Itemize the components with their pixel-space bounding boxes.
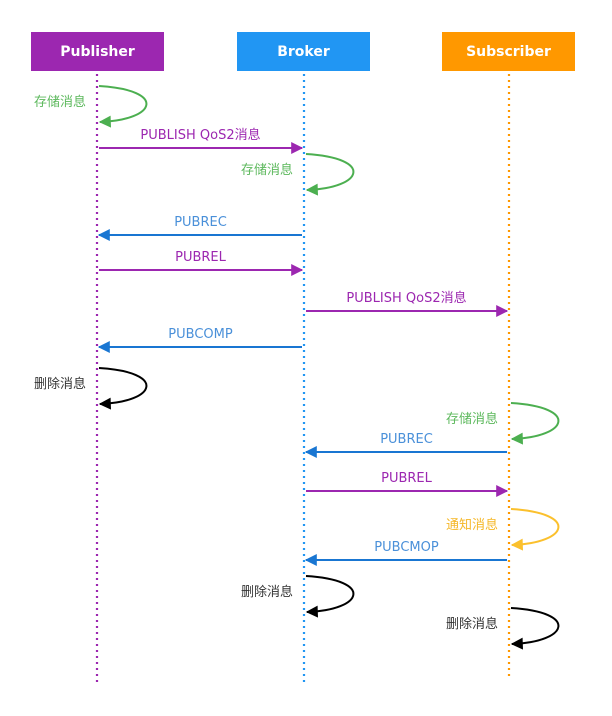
message-arrow: PUBLISH QoS2消息 xyxy=(306,290,509,317)
self-message: 存储消息 xyxy=(446,402,560,445)
message-arrow: PUBREC xyxy=(97,215,302,241)
self-message-label: 删除消息 xyxy=(34,376,86,392)
self-message-label: 删除消息 xyxy=(241,584,293,600)
message-label: PUBCMOP xyxy=(374,540,439,555)
message-label: PUBLISH QoS2消息 xyxy=(140,127,260,143)
self-loop-arrow xyxy=(305,575,355,618)
self-loop-arrow xyxy=(510,607,560,650)
message-label: PUBCOMP xyxy=(168,327,233,342)
message-label: PUBLISH QoS2消息 xyxy=(346,290,466,306)
self-message: 删除消息 xyxy=(34,367,148,410)
self-message: 通知消息 xyxy=(446,508,560,551)
self-loop-arrow xyxy=(510,402,560,445)
sequence-diagram: 存储消息PUBLISH QoS2消息存储消息PUBRECPUBRELPUBLIS… xyxy=(34,74,560,684)
message-arrow: PUBREC xyxy=(304,432,507,458)
self-message-label: 存储消息 xyxy=(241,162,293,178)
self-message: 存储消息 xyxy=(34,85,148,128)
message-arrow: PUBCOMP xyxy=(97,327,302,353)
self-message: 删除消息 xyxy=(241,575,355,618)
self-message-label: 删除消息 xyxy=(446,616,498,632)
message-label: PUBREC xyxy=(380,432,433,447)
self-loop-arrow xyxy=(98,367,148,410)
self-loop-arrow xyxy=(510,508,560,551)
self-message-label: 存储消息 xyxy=(446,411,498,427)
self-message: 存储消息 xyxy=(241,153,355,196)
message-arrow: PUBCMOP xyxy=(304,540,507,566)
self-message: 删除消息 xyxy=(446,607,560,650)
self-message-label: 存储消息 xyxy=(34,94,86,110)
message-arrow: PUBREL xyxy=(99,250,304,276)
message-arrow: PUBREL xyxy=(306,471,509,497)
message-label: PUBREL xyxy=(175,250,227,265)
self-loop-arrow xyxy=(305,153,355,196)
message-label: PUBREL xyxy=(381,471,433,486)
self-message-label: 通知消息 xyxy=(446,517,498,533)
self-loop-arrow xyxy=(98,85,148,128)
message-label: PUBREC xyxy=(174,215,227,230)
message-arrow: PUBLISH QoS2消息 xyxy=(99,127,304,154)
